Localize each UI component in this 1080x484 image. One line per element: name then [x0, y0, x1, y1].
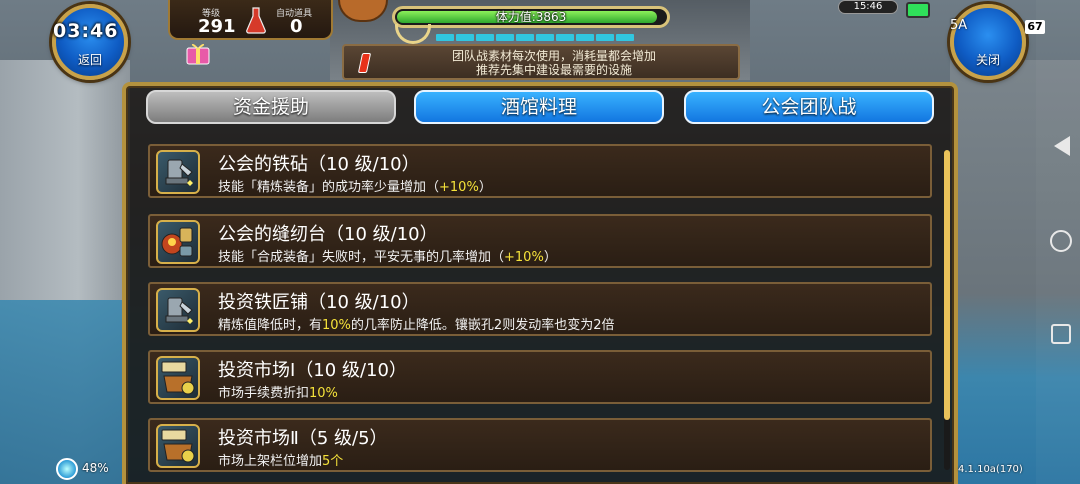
facility-description: 市场手续费折扣10%: [218, 382, 338, 401]
desc-pre: 市场上架栏位增加: [218, 454, 323, 469]
nav-recent-apps-icon[interactable]: [1051, 324, 1071, 344]
facility-description: 市场上架栏位增加5个: [218, 450, 343, 469]
energy-segment: [616, 34, 634, 41]
desc-post: 的几率防止降低。镶嵌孔2则发动率也变为2倍: [350, 318, 615, 333]
desc-pre: 技能「精炼装备」的成功率少量增加（: [218, 180, 440, 195]
desc-pre: 技能「合成装备」失败时，平安无事的几率增加（: [218, 250, 505, 265]
facility-level: （10 级/10）: [308, 292, 420, 313]
close-button-label: 关闭: [975, 52, 1000, 67]
connection-status-icon: [906, 2, 930, 18]
level-value: 291: [198, 16, 236, 37]
facility-row-2[interactable]: 投资铁匠铺（10 级/10） 精炼值降低时，有10%的几率防止降低。镶嵌孔2则发…: [148, 282, 932, 336]
facility-level: （10 级/10）: [308, 154, 420, 175]
sewing-icon: [156, 220, 200, 264]
desc-highlight: 5个: [322, 454, 344, 469]
battery-icon: 67: [1025, 20, 1045, 34]
energy-segment: [576, 34, 594, 41]
facility-description: 精炼值降低时，有10%的几率防止降低。镶嵌孔2则发动率也变为2倍: [218, 314, 614, 333]
background-water-left: [0, 300, 130, 484]
energy-segment: [596, 34, 614, 41]
back-button[interactable]: 返回: [52, 4, 128, 80]
facility-level: （5 级/5）: [298, 428, 388, 449]
facility-name: 投资市场Ⅱ: [218, 428, 299, 449]
energy-segment: [456, 34, 474, 41]
nav-back-icon[interactable]: [1054, 136, 1070, 156]
desc-highlight: 10%: [309, 386, 338, 401]
facility-name: 公会的缝纫台: [218, 224, 326, 245]
gift-box-icon[interactable]: [184, 38, 212, 66]
energy-segment: [436, 34, 454, 41]
notice-line-2: 推荐先集中建设最需要的设施: [475, 63, 632, 77]
anvil-icon: [156, 150, 200, 194]
facility-name: 公会的铁砧: [218, 154, 308, 175]
potion-flask-icon: [246, 7, 266, 34]
signal-label: 5A: [950, 18, 968, 33]
network-icon: [56, 458, 78, 480]
facility-title: 投资铁匠铺（10 级/10）: [218, 288, 420, 314]
facility-name: 投资铁匠铺: [218, 292, 308, 313]
notice-text: 团队战素材每次使用，消耗量都会增加 推荐先集中建设最需要的设施: [384, 49, 724, 77]
facility-row-4[interactable]: 投资市场Ⅱ（5 级/5） 市场上架栏位增加5个: [148, 418, 932, 472]
facility-title: 公会的铁砧（10 级/10）: [218, 150, 420, 176]
energy-segments: [436, 34, 634, 41]
small-clock: 15:46: [838, 0, 898, 14]
scrollbar-thumb[interactable]: [944, 150, 950, 420]
desc-pre: 市场手续费折扣: [218, 386, 310, 401]
facility-title: 投资市场Ⅱ（5 级/5）: [218, 424, 388, 450]
facility-row-0[interactable]: 公会的铁砧（10 级/10） 技能「精炼装备」的成功率少量增加（+10%）: [148, 144, 932, 198]
clock: 03:46: [53, 20, 119, 42]
tab-guild-team-battle[interactable]: 公会团队战: [684, 90, 934, 124]
facility-row-3[interactable]: 投资市场Ⅰ（10 级/10） 市场手续费折扣10%: [148, 350, 932, 404]
facility-title: 投资市场Ⅰ（10 级/10）: [218, 356, 407, 382]
energy-segment: [536, 34, 554, 41]
notice-line-1: 团队战素材每次使用，消耗量都会增加: [451, 49, 656, 63]
stamina-label: 体力值:3863: [495, 10, 567, 24]
desc-pre: 精炼值降低时，有: [218, 318, 323, 333]
close-button[interactable]: 关闭: [950, 4, 1026, 80]
back-button-label: 返回: [77, 52, 102, 67]
facility-description: 技能「合成装备」失败时，平安无事的几率增加（+10%）: [218, 246, 557, 265]
facility-title: 公会的缝纫台（10 级/10）: [218, 220, 438, 246]
energy-segment: [476, 34, 494, 41]
facility-level: （10 级/10）: [326, 224, 438, 245]
market-icon: [156, 424, 200, 468]
facility-list: 公会的铁砧（10 级/10） 技能「精炼装备」的成功率少量增加（+10%） 公会…: [148, 144, 932, 484]
desc-post: ）: [478, 180, 492, 195]
market-icon: [156, 356, 200, 400]
tab-funding-aid[interactable]: 资金援助: [146, 90, 396, 124]
desc-post: ）: [543, 250, 557, 265]
facility-description: 技能「精炼装备」的成功率少量增加（+10%）: [218, 176, 492, 195]
facility-name: 投资市场Ⅰ: [218, 360, 296, 381]
tab-tavern-cuisine[interactable]: 酒馆料理: [414, 90, 664, 124]
exclamation-icon: [357, 53, 372, 73]
network-percent: 48%: [82, 461, 109, 475]
facility-row-1[interactable]: 公会的缝纫台（10 级/10） 技能「合成装备」失败时，平安无事的几率增加（+1…: [148, 214, 932, 268]
stamina-bar: 体力值:3863: [392, 6, 670, 28]
notice-banner: 团队战素材每次使用，消耗量都会增加 推荐先集中建设最需要的设施: [342, 44, 740, 80]
energy-segment: [496, 34, 514, 41]
auto-item-value: 0: [290, 16, 303, 37]
energy-segment: [556, 34, 574, 41]
facility-level: （10 级/10）: [295, 360, 407, 381]
version-label: 4.1.10a(170): [958, 464, 1023, 475]
energy-segment: [516, 34, 534, 41]
desc-highlight: +10%: [504, 250, 544, 265]
nav-home-icon[interactable]: [1050, 230, 1072, 252]
desc-highlight: +10%: [439, 180, 479, 195]
desc-highlight: 10%: [322, 318, 351, 333]
anvil-icon: [156, 288, 200, 332]
